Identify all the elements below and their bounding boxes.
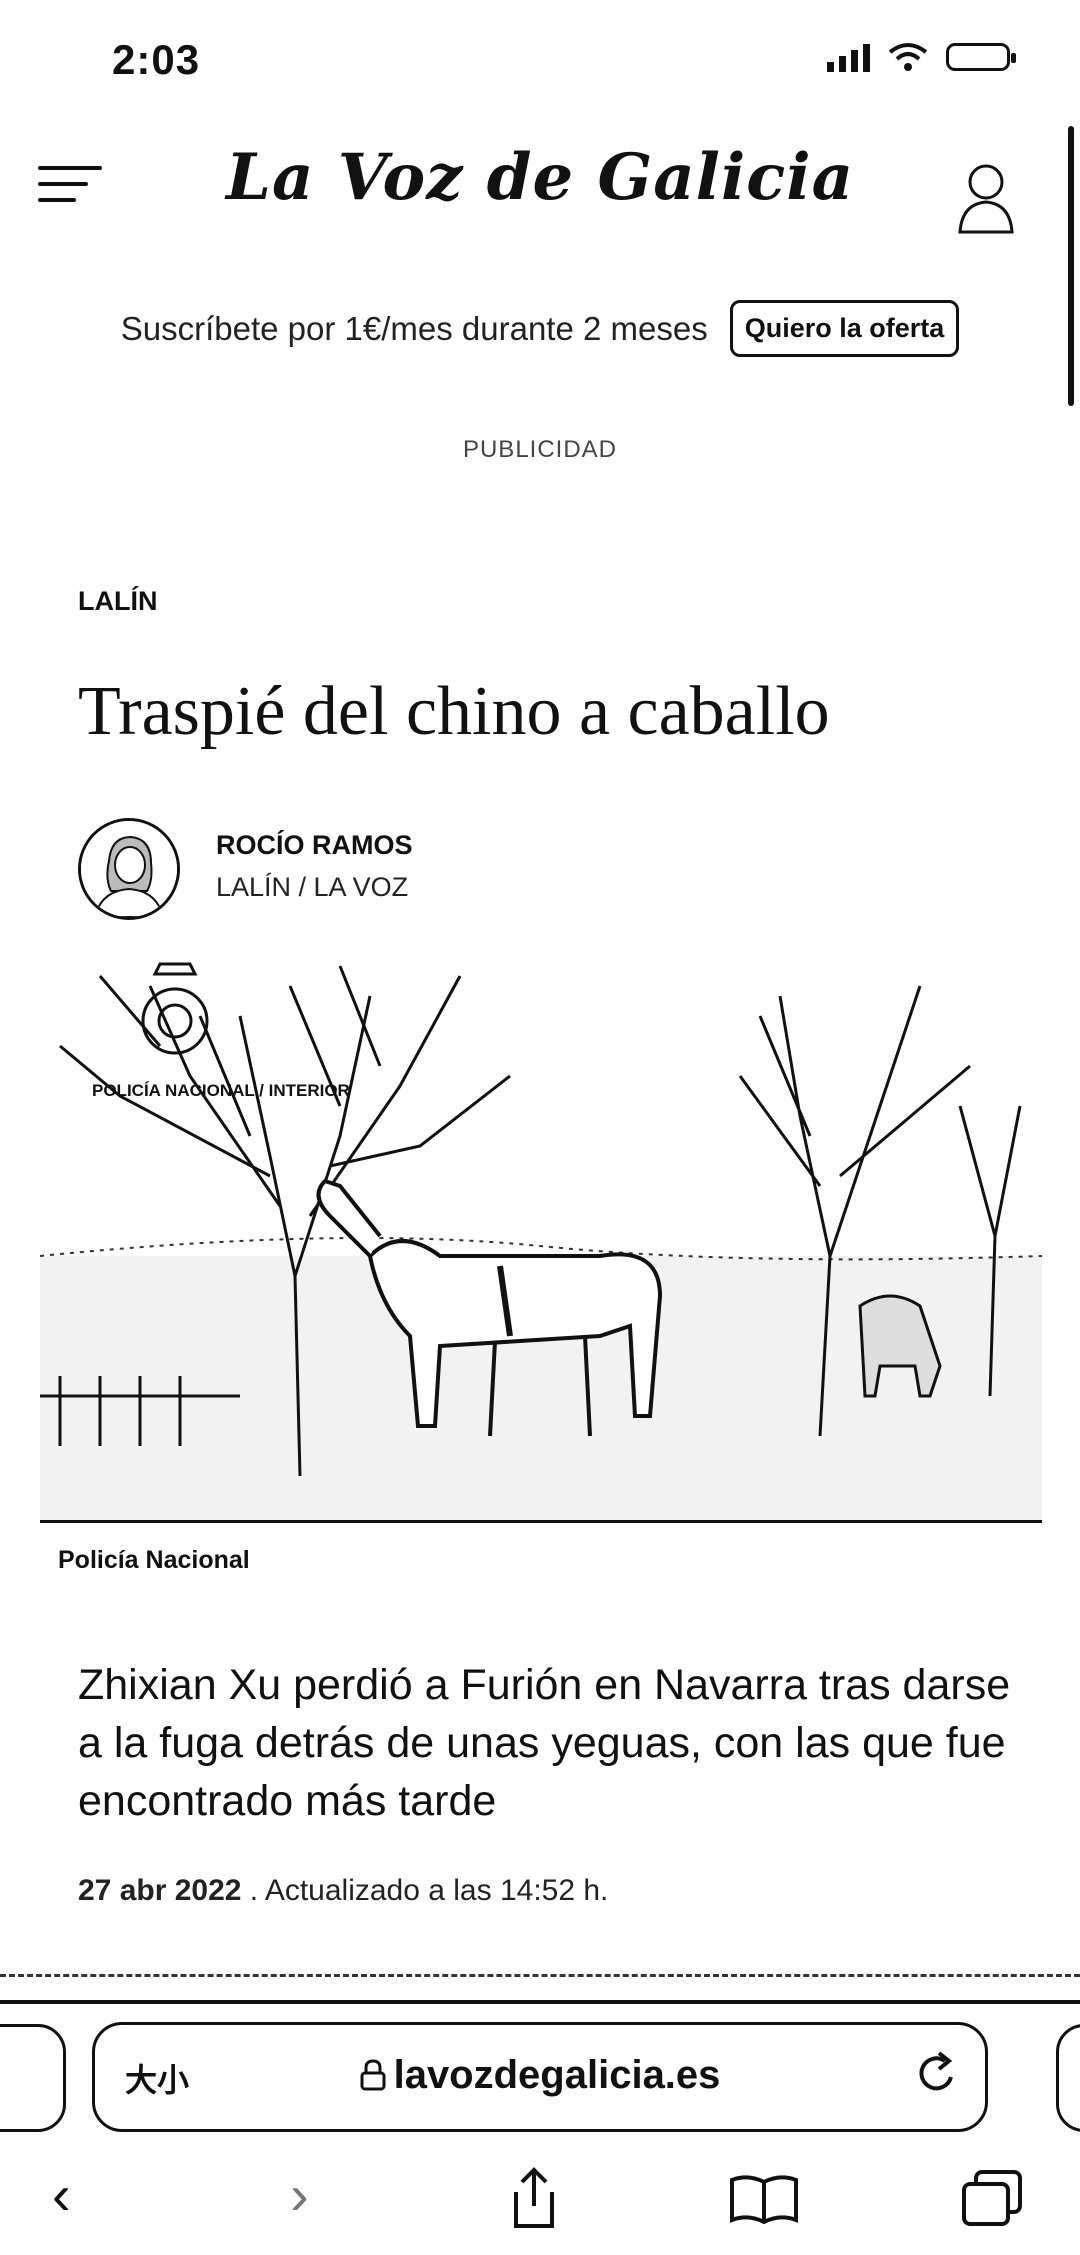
status-time: 2:03 <box>112 36 201 83</box>
author-avatar[interactable] <box>78 818 180 920</box>
author-name[interactable]: ROCÍO RAMOS <box>216 830 413 861</box>
url-label: lavozdegalicia.es <box>393 2053 721 2097</box>
photo-watermark: POLICÍA NACIONAL / INTERIOR <box>92 1081 350 1100</box>
page-scrollbar[interactable] <box>1068 126 1074 406</box>
toolbar-divider <box>0 2000 1080 2004</box>
article-summary: Zhixian Xu perdió a Furión en Navarra tr… <box>78 1661 1011 1825</box>
previous-tab-preview[interactable] <box>0 2024 66 2132</box>
bookmarks-icon[interactable] <box>728 2172 800 2224</box>
publish-date: 27 abr 2022 <box>78 1874 242 1907</box>
browser-bottom-nav: ‹ › <box>0 2160 1080 2240</box>
cellular-signal-icon <box>827 42 870 72</box>
site-logo[interactable]: La Voz de Galicia <box>0 140 1080 215</box>
photo-caption: Policía Nacional <box>58 1546 250 1574</box>
article-date: 27 abr 2022 . Actualizado a las 14:52 h. <box>78 1874 608 1908</box>
author-location: LALÍN / LA VOZ <box>216 872 409 902</box>
promo-text: Suscríbete por 1€/mes durante 2 meses <box>120 309 708 347</box>
next-tab-preview[interactable] <box>1056 2024 1080 2132</box>
battery-icon <box>946 43 1016 71</box>
article-headline: Traspié del chino a caballo <box>78 673 830 750</box>
url-text[interactable]: lavozdegalicia.es <box>95 2053 985 2098</box>
lock-icon <box>360 2059 386 2091</box>
status-icons <box>827 42 1016 72</box>
wifi-icon <box>888 43 928 71</box>
subscription-promo: Suscríbete por 1€/mes durante 2 meses Qu… <box>0 300 1080 357</box>
section-label[interactable]: LALÍN <box>78 586 157 617</box>
reload-icon[interactable] <box>915 2047 959 2097</box>
address-bar[interactable]: 大小 lavozdegalicia.es <box>92 2022 988 2132</box>
tabs-icon[interactable] <box>960 2168 1024 2228</box>
offer-button[interactable]: Quiero la oferta <box>729 300 960 357</box>
share-icon[interactable] <box>506 2166 562 2230</box>
article-photo[interactable]: POLICÍA NACIONAL / INTERIOR <box>40 956 1042 1523</box>
updated-time: . Actualizado a las 14:52 h. <box>241 1874 609 1907</box>
user-account-icon[interactable] <box>954 158 1018 234</box>
back-button[interactable]: ‹ <box>52 2160 71 2230</box>
advertising-label: PUBLICIDAD <box>462 436 618 463</box>
forward-button[interactable]: › <box>290 2160 309 2230</box>
section-divider <box>0 1974 1080 1981</box>
